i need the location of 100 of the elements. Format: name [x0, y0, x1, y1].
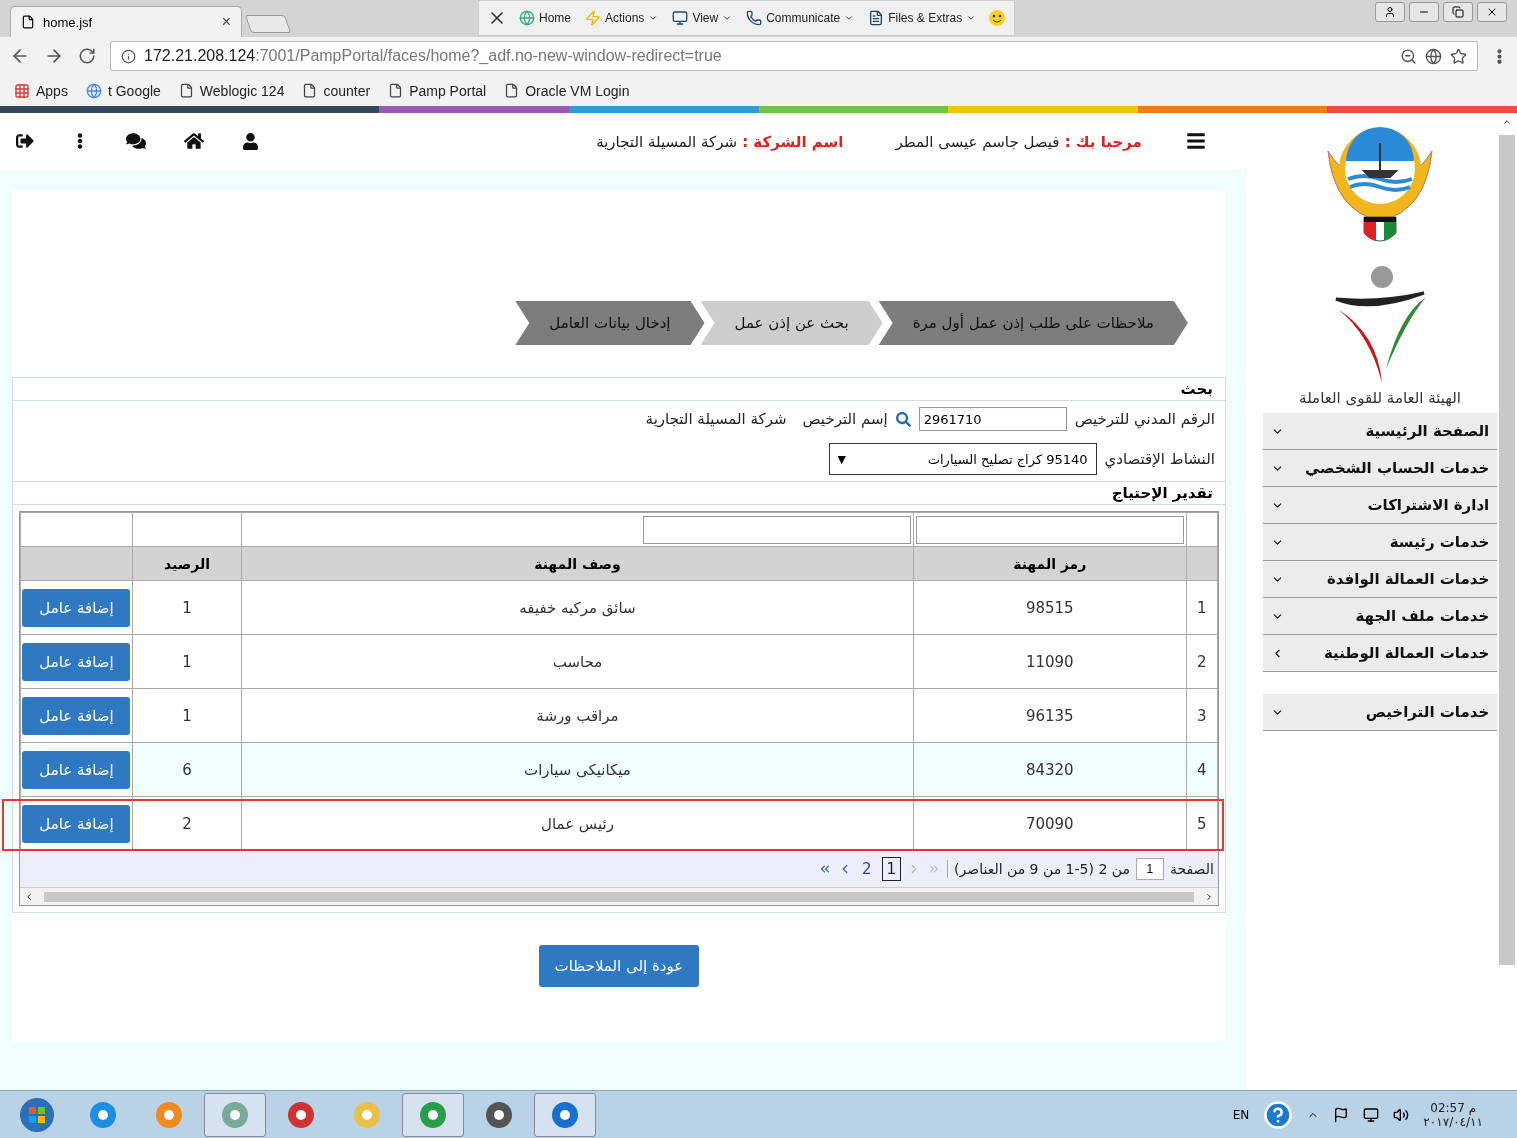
- table-cell: 1: [132, 688, 242, 743]
- clock-date: ٢٠١٧/٠٤/١١: [1423, 1114, 1483, 1129]
- menu-item[interactable]: الصفحة الرئيسية: [1262, 413, 1498, 450]
- pager-last-button[interactable]: [818, 862, 832, 876]
- bookmark[interactable]: counter: [302, 82, 371, 99]
- taskbar-app[interactable]: [402, 1092, 464, 1137]
- volume-icon[interactable]: [1393, 1106, 1410, 1123]
- zoom-icon[interactable]: [1400, 47, 1417, 65]
- bookmark[interactable]: Apps: [14, 82, 68, 99]
- search-icon[interactable]: [895, 411, 911, 427]
- table-cell: مراقب ورشة: [241, 688, 914, 743]
- table-cell: 11090: [913, 634, 1187, 689]
- page-field[interactable]: 1: [1135, 858, 1164, 880]
- page-link[interactable]: 2: [858, 857, 876, 881]
- windows-logo-icon: [19, 1096, 55, 1133]
- menu-item[interactable]: خدمات العمالة الوافدة: [1262, 561, 1498, 598]
- reload-icon: [78, 47, 96, 65]
- row-number: 2: [1186, 634, 1218, 689]
- company-label: اسم الشركة :: [742, 132, 844, 151]
- page-summary: من 2 (5-1 من 9 من العناصر): [954, 861, 1130, 877]
- page-link[interactable]: 1: [881, 857, 902, 881]
- caret-icon: ▼: [837, 452, 847, 466]
- menu-item[interactable]: خدمات الحساب الشخصي: [1262, 450, 1498, 487]
- tab-title: home.jsf: [43, 14, 94, 30]
- step-tab[interactable]: بحث عن إذن عمل: [700, 301, 883, 345]
- field-label: إسم الترخيص: [802, 410, 888, 428]
- filter-field[interactable]: [642, 515, 911, 544]
- help-icon[interactable]: [1263, 1099, 1294, 1130]
- star-icon[interactable]: [1450, 47, 1467, 65]
- welcome-label: مرحبا بك :: [1064, 132, 1142, 151]
- bookmark[interactable]: Weblogic 124: [178, 82, 285, 99]
- section-title: تقدير الإحتياج: [13, 482, 1225, 505]
- add-worker-button[interactable]: إضافة عامل: [22, 750, 131, 789]
- add-worker-button[interactable]: إضافة عامل: [22, 804, 131, 843]
- menu-item[interactable]: ادارة الاشتراكات: [1262, 487, 1498, 524]
- home-button[interactable]: [184, 131, 204, 151]
- step-tab[interactable]: إدخال بيانات العامل: [515, 301, 705, 345]
- horizontal-scrollbar[interactable]: [20, 887, 1218, 905]
- bookmark[interactable]: Oracle VM Login: [504, 82, 630, 99]
- clock[interactable]: 02:57 م ٢٠١٧/٠٤/١١: [1423, 1100, 1483, 1129]
- network-icon[interactable]: [1363, 1106, 1380, 1123]
- toolbar-button[interactable]: Communicate: [744, 8, 857, 28]
- taskbar-app[interactable]: [204, 1092, 266, 1137]
- page-icon: [388, 83, 404, 98]
- activity-dropdown[interactable]: 95140 كراج تصليح السيارات ▼: [828, 443, 1097, 475]
- menu-item[interactable]: خدمات رئيسة: [1262, 524, 1498, 561]
- tab-close-button[interactable]: ×: [221, 13, 231, 31]
- caret-icon: [844, 13, 855, 23]
- column-header: وصف المهنة: [241, 546, 914, 581]
- add-worker-button[interactable]: إضافة عامل: [22, 696, 131, 735]
- logout-icon: [16, 132, 34, 150]
- step-tab[interactable]: ملاحظات على طلب إذن عمل أول مرة: [878, 301, 1188, 345]
- row-number: 3: [1186, 688, 1218, 743]
- bookmark[interactable]: t Google: [85, 82, 161, 99]
- taskbar-app[interactable]: [534, 1092, 596, 1137]
- menu-item[interactable]: خدمات العمالة الوطنية: [1262, 635, 1498, 672]
- toolbar-button[interactable]: Actions: [583, 8, 661, 28]
- phone-icon: [746, 10, 763, 26]
- table-cell: محاسب: [241, 634, 914, 689]
- table-cell: 98515: [913, 580, 1187, 635]
- toolbar-button[interactable]: Files & Extras: [866, 8, 979, 28]
- reload-button[interactable]: [78, 47, 96, 65]
- column-header: الرصيد: [132, 546, 242, 581]
- menu-item[interactable]: خدمات التراخيص: [1262, 694, 1498, 731]
- civil-id-field[interactable]: 2961710: [918, 407, 1067, 431]
- restore-button[interactable]: [1443, 2, 1473, 22]
- bookmark[interactable]: Pamp Portal: [388, 82, 487, 99]
- user-icon: [1384, 6, 1396, 18]
- company-name: شركة المسيلة التجارية: [596, 132, 738, 151]
- flag-icon[interactable]: [1333, 1106, 1350, 1123]
- user-button[interactable]: [1375, 2, 1405, 22]
- column-header: رمز المهنة: [913, 546, 1187, 581]
- add-worker-button[interactable]: إضافة عامل: [22, 642, 131, 681]
- filter-field[interactable]: [915, 515, 1184, 544]
- info-icon: [121, 48, 136, 64]
- globe-icon: [519, 10, 535, 26]
- menu-button[interactable]: [1185, 131, 1206, 151]
- back-to-notes-button[interactable]: عودة إلى الملاحظات: [538, 945, 700, 987]
- lightning-icon: [585, 10, 601, 26]
- address-bar[interactable]: 172.21.208.124:7001/PampPortal/faces/home?_adf.no-new-window-redirect=true: [110, 41, 1478, 71]
- user-button[interactable]: [242, 132, 259, 150]
- restore-icon: [1452, 6, 1464, 18]
- table-cell: 1: [132, 580, 242, 635]
- language-indicator[interactable]: EN: [1232, 1107, 1250, 1122]
- chat-button[interactable]: [126, 131, 146, 151]
- close-icon: [1486, 6, 1498, 18]
- home-icon: [184, 131, 204, 151]
- logout-button[interactable]: [16, 132, 34, 150]
- browser-tab[interactable]: home.jsf ×: [10, 6, 242, 37]
- toolbar-button[interactable]: View: [670, 8, 735, 28]
- menu-item[interactable]: خدمات ملف الجهة: [1262, 598, 1498, 635]
- table-cell: 84320: [913, 742, 1187, 797]
- monitor-icon: [672, 10, 689, 26]
- table-cell: 1: [132, 634, 242, 689]
- caret-icon: [722, 13, 733, 23]
- url-text: 172.21.208.124:7001/PampPortal/faces/home?_adf.no-new-window-redirect=true: [144, 47, 722, 65]
- row-number: 1: [1186, 580, 1218, 635]
- toolbar-button[interactable]: Home: [517, 8, 573, 28]
- add-worker-button[interactable]: إضافة عامل: [22, 588, 131, 627]
- organization-name: الهيئة العامة للقوى العاملة: [1298, 389, 1462, 407]
